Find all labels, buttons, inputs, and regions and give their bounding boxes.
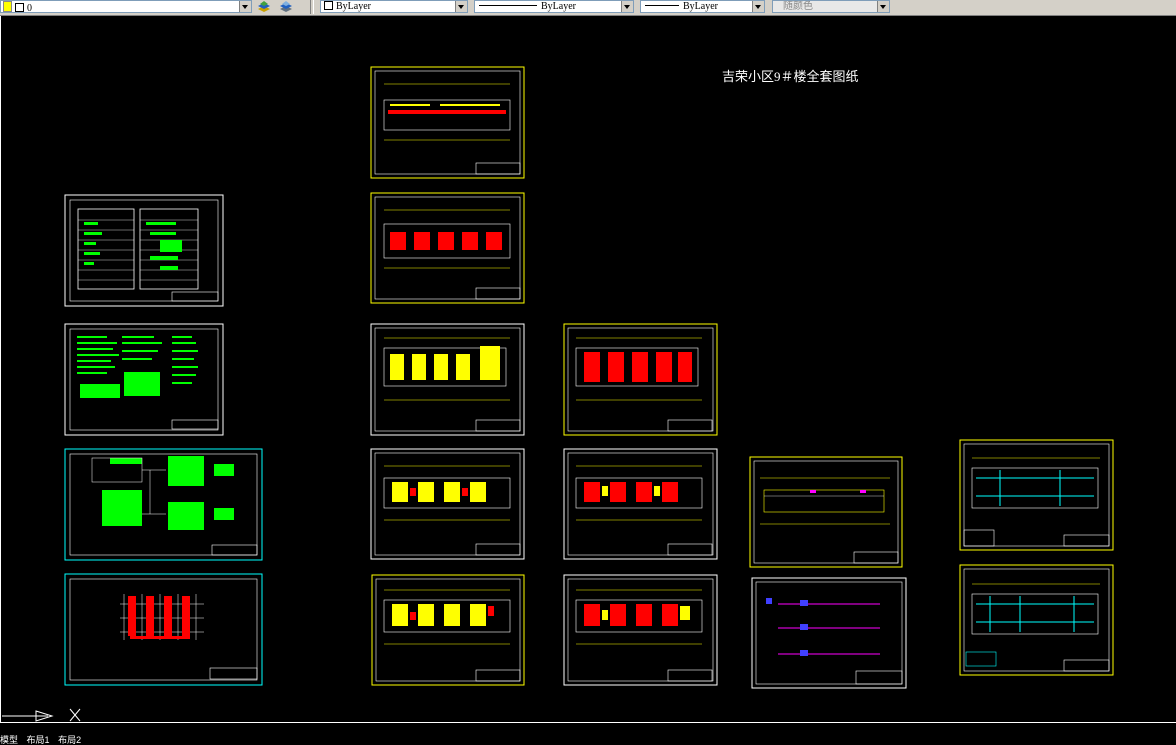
layer-dropdown[interactable]: 0 xyxy=(0,0,252,13)
layout-tabs: 模型 布局1 布局2 xyxy=(0,736,200,745)
linetype-label: ByLayer xyxy=(541,1,576,12)
toolbar-separator xyxy=(310,0,314,14)
layer-previous-icon[interactable] xyxy=(279,1,293,13)
layer-name: 0 xyxy=(27,3,32,13)
tab-layout1[interactable]: 布局1 xyxy=(27,735,50,745)
lineweight-dropdown[interactable]: ByLayer xyxy=(640,0,765,13)
layer-color-swatch xyxy=(15,3,24,12)
lineweight-sample xyxy=(645,5,679,6)
chevron-down-icon[interactable] xyxy=(239,1,251,12)
chevron-down-icon xyxy=(877,1,889,12)
chevron-down-icon[interactable] xyxy=(752,1,764,12)
linetype-sample xyxy=(479,5,537,6)
ucs-icon xyxy=(2,708,81,722)
drawing-set-title: 吉荣小区9＃楼全套图纸 xyxy=(722,69,859,84)
chevron-down-icon[interactable] xyxy=(621,1,633,12)
plotstyle-dropdown[interactable]: 随颜色 xyxy=(772,0,890,13)
plotstyle-label: 随颜色 xyxy=(783,1,813,12)
viewport-left-border xyxy=(0,16,1,722)
color-label: ByLayer xyxy=(336,1,371,12)
tab-layout2[interactable]: 布局2 xyxy=(58,735,81,745)
color-dropdown[interactable]: ByLayer xyxy=(320,0,468,13)
tab-model[interactable]: 模型 xyxy=(0,735,18,745)
drawing-canvas[interactable] xyxy=(0,16,1176,722)
viewport-bottom-border xyxy=(0,722,1176,723)
layer-state-icon[interactable] xyxy=(257,1,271,13)
linetype-dropdown[interactable]: ByLayer xyxy=(474,0,634,13)
chevron-down-icon[interactable] xyxy=(455,1,467,12)
lightbulb-icon xyxy=(3,1,12,12)
properties-toolbar: 0 ByLayer ByLayer ByLayer 随颜色 xyxy=(0,0,1176,16)
lineweight-label: ByLayer xyxy=(683,1,718,12)
color-swatch xyxy=(324,1,333,10)
